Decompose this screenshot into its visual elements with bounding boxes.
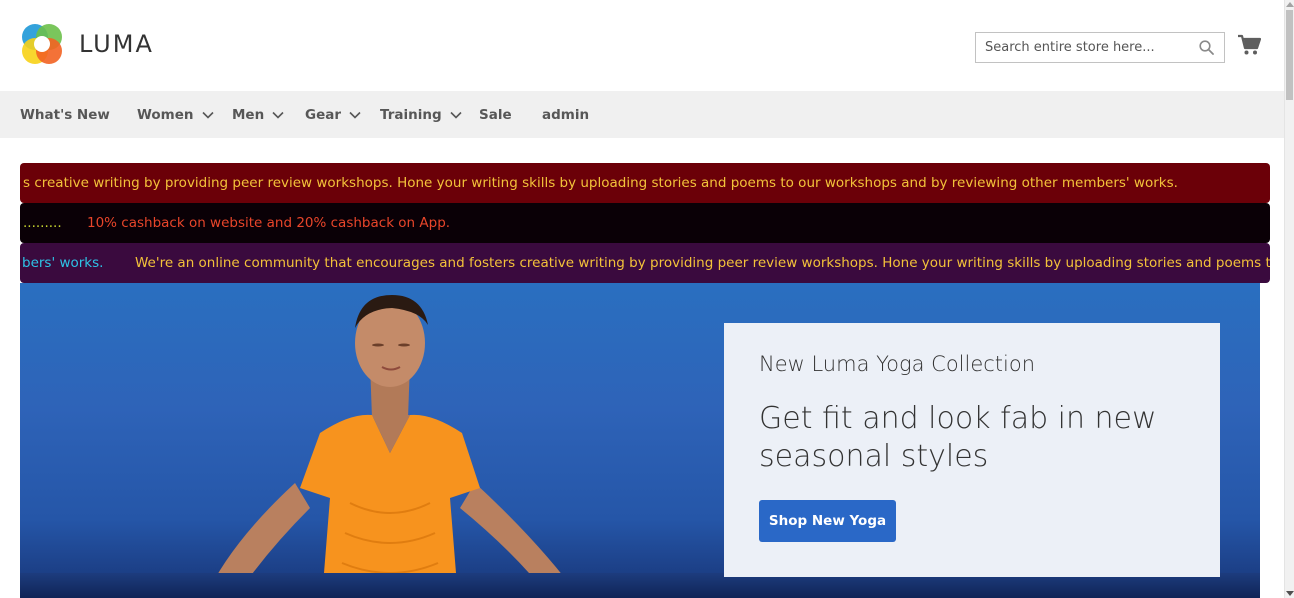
announcement-bar-2: ......... 10% cashback on website and 20… [20,203,1270,243]
chevron-down-icon [450,107,462,123]
announcement-dots: ......... [23,215,62,231]
scroll-up-arrow-icon[interactable] [1286,2,1294,7]
search-input[interactable] [976,33,1191,62]
nav-label: Sale [479,106,512,123]
nav-label: admin [542,106,590,123]
nav-item-admin[interactable]: admin [542,91,589,138]
scroll-thumb[interactable] [1286,10,1293,100]
announcement-text: 10% cashback on website and 20% cashback… [87,215,451,231]
hero-banner: New Luma Yoga Collection Get fit and loo… [20,283,1260,598]
nav-label: Men [232,106,265,123]
nav-label: Women [137,106,194,123]
promo-card: New Luma Yoga Collection Get fit and loo… [724,323,1220,577]
nav-label: Gear [305,106,342,123]
nav-item-gear[interactable]: Gear [305,91,361,138]
nav-item-whats-new[interactable]: What's New [20,91,110,138]
nav-item-training[interactable]: Training [380,91,462,138]
nav-item-women[interactable]: Women [137,91,214,138]
promo-kicker: New Luma Yoga Collection [759,352,1036,376]
yoga-model-image [205,295,580,598]
promo-title: Get fit and look fab in new seasonal sty… [759,401,1157,474]
nav-label: What's New [20,106,110,123]
main-navigation: What's New Women Men Gear Training Sale … [0,91,1284,138]
announcement-text-tail: bers' works. [22,255,104,271]
announcement-text: We're an online community that encourage… [135,255,1270,271]
announcement-text: s creative writing by providing peer rev… [23,175,1178,191]
shopping-cart-icon[interactable] [1237,34,1262,61]
site-header: LUMA [0,0,1284,91]
nav-label: Training [380,106,442,123]
page-scrollbar[interactable] [1284,0,1294,598]
chevron-down-icon [349,107,361,123]
announcement-bar-1: s creative writing by providing peer rev… [20,163,1270,203]
scroll-down-arrow-icon[interactable] [1286,591,1294,596]
search-icon[interactable] [1199,40,1214,60]
nav-item-sale[interactable]: Sale [479,91,512,138]
announcement-bar-3: bers' works. We're an online community t… [20,243,1270,283]
chevron-down-icon [272,107,284,123]
luma-logo-icon [22,24,62,64]
search-box [975,32,1225,63]
logo-text: LUMA [79,30,154,58]
shop-new-yoga-button[interactable]: Shop New Yoga [759,500,896,542]
store-logo[interactable]: LUMA [20,22,154,66]
chevron-down-icon [201,107,214,123]
nav-item-men[interactable]: Men [232,91,284,138]
